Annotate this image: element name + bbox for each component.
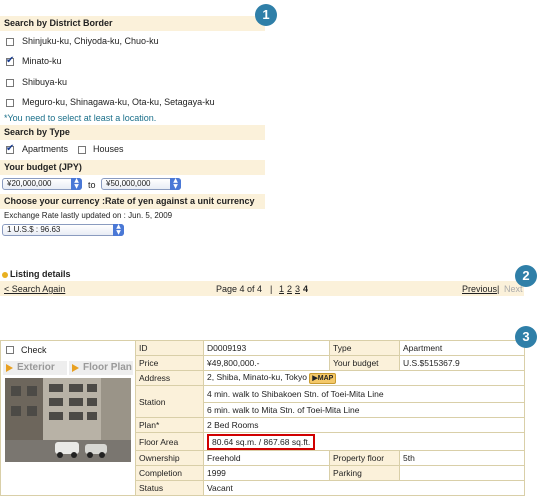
district-checkbox-minato[interactable] xyxy=(6,55,14,66)
listing-detail-table: Check Exterior Floor Plan ID D0009193 Ty… xyxy=(0,340,525,496)
plan-label: Plan* xyxy=(135,417,204,433)
type-label-apartments: Apartments xyxy=(22,144,69,154)
ownership-label: Ownership xyxy=(135,450,204,466)
callout-1: 1 xyxy=(255,4,277,26)
tab-exterior[interactable]: Exterior xyxy=(3,361,67,375)
nav-separator: | xyxy=(497,284,500,294)
chevron-updown-icon: ▲ ▼ xyxy=(113,224,124,236)
district-label-meguro: Meguro-ku, Shinagawa-ku, Ota-ku, Setagay… xyxy=(22,97,215,107)
budget-from-select[interactable]: ¥20,000,000 ▲ ▼ xyxy=(2,178,82,190)
search-again-link[interactable]: < Search Again xyxy=(4,284,65,294)
type-value: Apartment xyxy=(399,340,525,356)
check-label: Check xyxy=(21,345,47,355)
your-budget-value: U.S.$515367.9 xyxy=(399,355,525,371)
completion-value: 1999 xyxy=(203,465,330,481)
budget-from-value: ¥20,000,000 xyxy=(7,179,52,188)
your-budget-label: Your budget xyxy=(329,355,400,371)
type-label: Type xyxy=(329,340,400,356)
address-cell: 2, Shiba, Minato-ku, Tokyo ▶MAP xyxy=(203,370,525,386)
completion-label: Completion xyxy=(135,465,204,481)
property-floor-value: 5th xyxy=(399,450,525,466)
page-link-2[interactable]: 2 xyxy=(287,284,292,294)
page-link-1[interactable]: 1 xyxy=(279,284,284,294)
price-label: Price xyxy=(135,355,204,371)
budget-to-value: ¥50,000,000 xyxy=(106,179,151,188)
check-checkbox[interactable] xyxy=(6,346,14,354)
building-photo xyxy=(5,378,131,462)
budget-to-label: to xyxy=(88,180,96,190)
status-value: Vacant xyxy=(203,480,525,496)
floor-area-label: Floor Area xyxy=(135,432,204,451)
property-floor-label: Property floor xyxy=(329,450,400,466)
exchange-rate-note: Exchange Rate lastly updated on : Jun. 5… xyxy=(4,211,173,220)
station-label: Station xyxy=(135,385,204,418)
previous-link[interactable]: Previous xyxy=(462,284,497,294)
district-checkbox-meguro[interactable] xyxy=(6,99,14,107)
currency-value: 1 U.S.$ : 96.63 xyxy=(7,225,61,234)
callout-3: 3 xyxy=(515,326,537,348)
district-label-shibuya: Shibuya-ku xyxy=(22,77,68,87)
listing-title: Listing details xyxy=(10,269,71,279)
type-label-houses: Houses xyxy=(93,144,124,154)
currency-section-header: Choose your currency :Rate of yen agains… xyxy=(0,194,265,209)
page-current-4: 4 xyxy=(303,284,309,294)
district-label-minato: Minato-ku xyxy=(22,56,62,66)
currency-select[interactable]: 1 U.S.$ : 96.63 ▲ ▼ xyxy=(2,224,124,236)
parking-value xyxy=(399,465,525,481)
budget-to-select[interactable]: ¥50,000,000 ▲ ▼ xyxy=(101,178,181,190)
district-checkbox-shinjuku[interactable] xyxy=(6,38,14,46)
chevron-updown-icon: ▲ ▼ xyxy=(71,178,82,190)
plan-value: 2 Bed Rooms xyxy=(203,417,525,433)
type-checkbox-houses[interactable] xyxy=(78,146,86,154)
callout-2: 2 xyxy=(515,265,537,287)
id-label: ID xyxy=(135,340,204,356)
ownership-value: Freehold xyxy=(203,450,330,466)
page-info: Page 4 of 4 xyxy=(216,284,263,294)
address-value: 2, Shiba, Minato-ku, Tokyo xyxy=(207,372,308,383)
budget-section-header: Your budget (JPY) xyxy=(0,160,265,175)
map-button-label: MAP xyxy=(317,374,334,382)
price-value: ¥49,800,000.- xyxy=(203,355,330,371)
table-row: Check Exterior Floor Plan ID D0009193 Ty… xyxy=(0,340,525,496)
parking-label: Parking xyxy=(329,465,400,481)
station-value-2: 6 min. walk to Mita Stn. of Toei-Mita Li… xyxy=(203,402,525,418)
status-label: Status xyxy=(135,480,204,496)
map-button[interactable]: ▶MAP xyxy=(309,372,337,384)
photo-cell: Check Exterior Floor Plan xyxy=(0,340,136,496)
type-checkbox-apartments[interactable] xyxy=(6,143,14,154)
chevron-updown-icon: ▲ ▼ xyxy=(170,178,181,190)
building-photo-image xyxy=(5,378,131,462)
district-section-header: Search by District Border xyxy=(0,16,265,31)
page-info-separator: | xyxy=(270,284,273,294)
address-label: Address xyxy=(135,370,204,386)
page-link-3[interactable]: 3 xyxy=(295,284,300,294)
floor-area-value: 80.64 sq.m. / 867.68 sq.ft. xyxy=(207,433,316,450)
tab-floor-plan[interactable]: Floor Plan xyxy=(69,361,133,375)
type-section-header: Search by Type xyxy=(0,125,265,140)
floor-area-cell: 80.64 sq.m. / 867.68 sq.ft. xyxy=(203,432,525,451)
district-checkbox-shibuya[interactable] xyxy=(6,79,14,87)
station-value-1: 4 min. walk to Shibakoen Stn. of Toei-Mi… xyxy=(203,385,525,403)
id-value: D0009193 xyxy=(203,340,330,356)
location-note: *You need to select at least a location. xyxy=(4,113,157,123)
district-label-shinjuku: Shinjuku-ku, Chiyoda-ku, Chuo-ku xyxy=(22,36,159,46)
bullet-icon xyxy=(2,272,8,278)
